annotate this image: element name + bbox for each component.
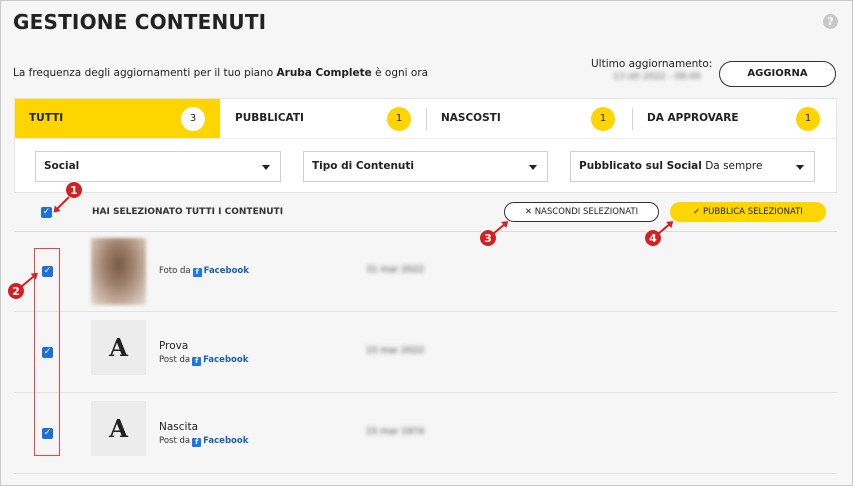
- tab-all[interactable]: TUTTI 3: [15, 99, 220, 138]
- social-select-label: Social: [44, 160, 80, 172]
- row-source: Post da f Facebook: [159, 355, 248, 366]
- row-source: Foto da f Facebook: [159, 266, 249, 277]
- facebook-icon: f: [192, 438, 202, 447]
- facebook-icon: f: [192, 268, 202, 277]
- tab-to-approve-count: 1: [796, 107, 820, 131]
- hide-selected-button[interactable]: ✕ NASCONDI SELEZIONATI: [504, 202, 659, 222]
- content-thumbnail[interactable]: A: [91, 401, 146, 456]
- published-select[interactable]: Pubblicato sul Social Da sempre: [570, 151, 815, 182]
- content-type-select-label: Tipo di Contenuti: [312, 160, 415, 172]
- published-select-label: Pubblicato sul Social: [579, 160, 702, 172]
- source-prefix: Post da: [159, 436, 191, 446]
- last-update-value: 13 ott 2022 - 08:49: [613, 72, 701, 82]
- tab-hidden-label: NASCOSTI: [441, 112, 501, 124]
- row-title: Prova: [159, 340, 189, 352]
- hide-selected-label: NASCONDI SELEZIONATI: [534, 207, 639, 217]
- refresh-button[interactable]: AGGIORNA: [719, 61, 836, 87]
- source-link[interactable]: Facebook: [204, 266, 249, 276]
- content-type-select[interactable]: Tipo di Contenuti: [303, 151, 548, 182]
- list-item: ✓ A Nascita Post da f Facebook 15 mar 1974: [14, 393, 837, 474]
- content-list: ✓ Foto da f Facebook 31 mar 2022 ✓ A Prova…: [14, 231, 837, 474]
- tab-published[interactable]: PUBBLICATI 1: [221, 99, 426, 138]
- select-all-text: HAI SELEZIONATO TUTTI I CONTENUTI: [92, 207, 284, 217]
- facebook-icon: f: [192, 357, 202, 366]
- tab-published-count: 1: [387, 107, 411, 131]
- filters-bar: Social Tipo di Contenuti Pubblicato sul …: [14, 138, 837, 193]
- row-title: Nascita: [159, 421, 199, 433]
- tab-to-approve-label: DA APPROVARE: [647, 112, 739, 124]
- tab-to-approve[interactable]: DA APPROVARE 1: [633, 99, 837, 138]
- close-icon: ✕: [524, 207, 535, 217]
- update-frequency-text: La frequenza degli aggiornamenti per il …: [13, 67, 428, 79]
- plan-name: Aruba Complete: [276, 67, 372, 79]
- source-link[interactable]: Facebook: [203, 436, 248, 446]
- publish-selected-button[interactable]: ✓ PUBBLICA SELEZIONATI: [670, 202, 826, 222]
- row-date: 15 mar 1974: [366, 427, 425, 437]
- last-update-label: Ultimo aggiornamento:: [591, 58, 713, 70]
- publish-selected-label: PUBBLICA SELEZIONATI: [703, 207, 803, 217]
- chevron-down-icon: [796, 165, 804, 170]
- tab-all-count: 3: [181, 107, 205, 131]
- source-link[interactable]: Facebook: [203, 355, 248, 365]
- content-thumbnail[interactable]: [91, 238, 146, 305]
- frequency-suffix: è ogni ora: [371, 67, 429, 79]
- tab-hidden[interactable]: NASCOSTI 1: [427, 99, 632, 138]
- row-source: Post da f Facebook: [159, 436, 248, 447]
- select-all-row: ✓ HAI SELEZIONATO TUTTI I CONTENUTI ✕ NA…: [14, 199, 837, 231]
- frequency-prefix: La frequenza degli aggiornamenti per il …: [13, 67, 277, 79]
- checkbox-highlight-box: [34, 248, 60, 456]
- source-prefix: Foto da: [159, 266, 191, 276]
- chevron-down-icon: [529, 165, 537, 170]
- published-select-value: Da sempre: [705, 160, 763, 172]
- row-date: 15 mar 2022: [366, 346, 425, 356]
- window-frame: GESTIONE CONTENUTI ? La frequenza degli …: [0, 0, 853, 486]
- help-icon[interactable]: ?: [823, 14, 838, 29]
- social-select[interactable]: Social: [35, 151, 281, 182]
- row-date: 31 mar 2022: [366, 265, 425, 275]
- tab-all-label: TUTTI: [29, 112, 64, 124]
- tab-published-label: PUBBLICATI: [235, 112, 304, 124]
- check-icon: ✓: [693, 207, 703, 217]
- list-item: ✓ A Prova Post da f Facebook 15 mar 2022: [14, 312, 837, 393]
- status-tabs: TUTTI 3 PUBBLICATI 1 NASCOSTI 1 DA APPRO…: [14, 98, 837, 138]
- page-title: GESTIONE CONTENUTI: [13, 10, 267, 34]
- chevron-down-icon: [262, 165, 270, 170]
- tab-hidden-count: 1: [591, 107, 615, 131]
- content-thumbnail[interactable]: A: [91, 320, 146, 375]
- source-prefix: Post da: [159, 355, 191, 365]
- list-item: ✓ Foto da f Facebook 31 mar 2022: [14, 231, 837, 312]
